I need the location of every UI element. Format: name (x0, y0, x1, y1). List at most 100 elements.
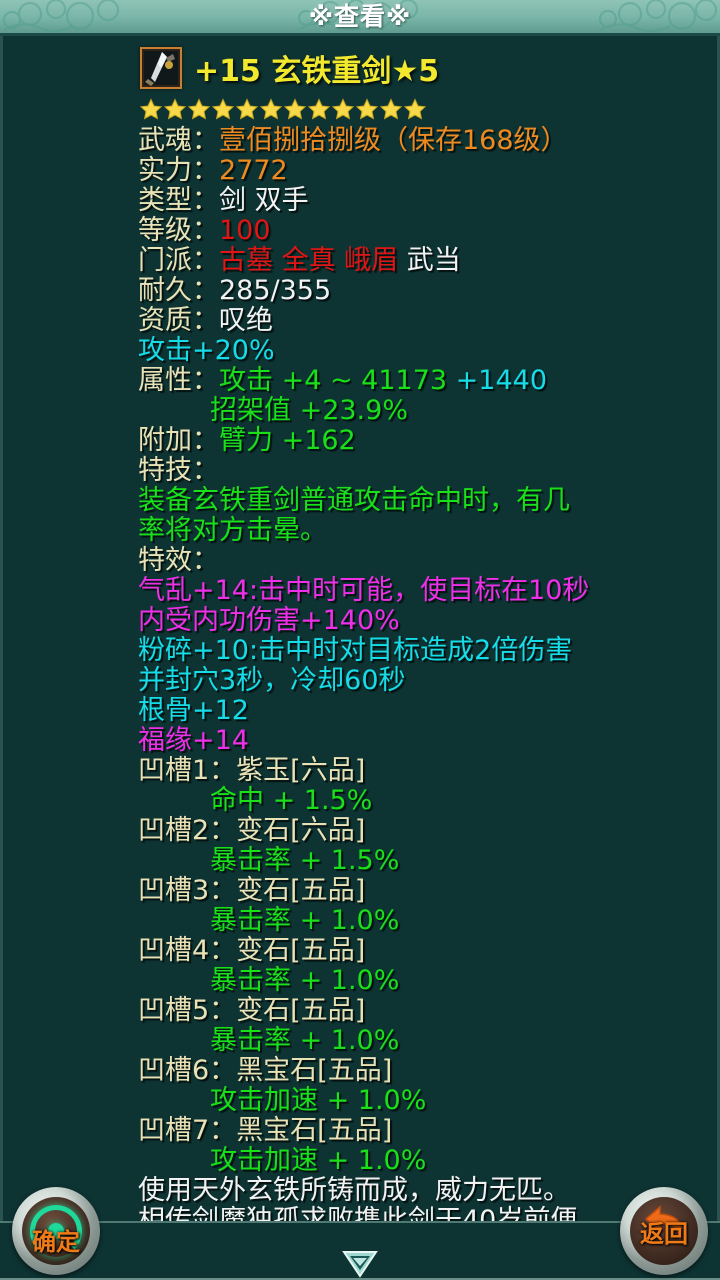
sword-item-icon[interactable] (140, 47, 182, 89)
gem-slot-label: 凹槽5： (138, 995, 237, 1026)
page-title: ※查看※ (308, 2, 412, 31)
gem-slot-bonus-row: 暴击率 + 1.0% (0, 906, 710, 936)
label-durability: 耐久： (138, 275, 219, 306)
stat-row-soul: 武魂：壹佰捌拾捌级（保存168级） (0, 126, 710, 156)
star-icon (284, 98, 306, 120)
skill-text-row-1: 装备玄铁重剑普通攻击命中时，有几 (0, 486, 710, 516)
gem-slot-row[interactable]: 凹槽2：变石[六品] (0, 816, 710, 846)
gem-slot-list: 凹槽1：紫玉[六品] 命中 + 1.5% 凹槽2：变石[六品] 暴击率 + 1.5% 凹… (0, 756, 710, 1176)
confirm-button[interactable]: 确定 (12, 1187, 100, 1275)
stat-row-power: 实力：2772 (0, 156, 710, 186)
effect-text: 并封穴3秒，冷却60秒 (138, 665, 406, 696)
gem-slot-gem: 变石[五品] (236, 875, 366, 906)
attribute-row-1: 属性：攻击 +4 ~ 41173 +1440 (0, 366, 710, 396)
gem-slot-row[interactable]: 凹槽1：紫玉[六品] (0, 756, 710, 786)
effect-row: 并封穴3秒，冷却60秒 (0, 666, 710, 696)
gem-slot-bonus: 暴击率 + 1.5% (210, 845, 400, 876)
attribute-extra: +1440 (455, 365, 548, 396)
gem-slot-label: 凹槽4： (138, 935, 237, 966)
value-power: 2772 (219, 155, 288, 186)
effect-text: 粉碎+10:击中时对目标造成2倍伤害 (138, 635, 573, 666)
value-attack-bonus: 攻击+20% (138, 335, 275, 366)
gem-slot-row[interactable]: 凹槽6：黑宝石[五品] (0, 1056, 710, 1086)
flavor-row-1: 使用天外玄铁所铸而成，威力无匹。 (0, 1176, 710, 1206)
back-button-inner: 返回 (630, 1197, 698, 1265)
stat-row-sect: 门派：古墓 全真 峨眉 武当 (0, 246, 710, 276)
gem-slot-gem: 黑宝石[五品] (236, 1055, 393, 1086)
skill-text-row-2: 率将对方击晕。 (0, 516, 710, 546)
gem-slot-label: 凹槽7： (138, 1115, 237, 1146)
label-effects: 特效： (138, 545, 219, 576)
effect-text: 福缘+14 (138, 725, 249, 756)
gem-slot-gem: 变石[五品] (236, 995, 366, 1026)
gem-slot-gem: 紫玉[六品] (236, 755, 366, 786)
gem-slot-bonus: 暴击率 + 1.0% (210, 965, 400, 996)
star-icon (212, 98, 234, 120)
label-attributes: 属性： (138, 365, 219, 396)
star-icon (260, 98, 282, 120)
gem-slot-bonus: 暴击率 + 1.0% (210, 1025, 400, 1056)
gem-slot-bonus-row: 暴击率 + 1.0% (0, 966, 710, 996)
label-level: 等级： (138, 215, 219, 246)
gem-slot-label: 凹槽6： (138, 1055, 237, 1086)
gem-slot-label: 凹槽2： (138, 815, 237, 846)
stat-row-type: 类型：剑 双手 (0, 186, 710, 216)
item-detail-content: +15 玄铁重剑★5 武魂：壹佰捌拾捌级（保存168级） 实力：2772 类型：… (0, 36, 720, 1280)
gem-slot-bonus-row: 暴击率 + 1.0% (0, 1026, 710, 1056)
star-icon (140, 98, 162, 120)
effect-row: 内受内功伤害+140% (0, 606, 710, 636)
gem-slot-bonus: 攻击加速 + 1.0% (210, 1085, 427, 1116)
star-rating (140, 98, 720, 120)
gem-slot-bonus-row: 命中 + 1.5% (0, 786, 710, 816)
item-detail-screen: ※查看※ +15 玄铁重剑★5 武魂：壹佰捌拾捌级（保存168级） 实力：277… (0, 0, 720, 1280)
gem-slot-bonus: 攻击加速 + 1.0% (210, 1145, 427, 1176)
skill-text-2: 率将对方击晕。 (138, 515, 327, 546)
back-button[interactable]: 返回 (620, 1187, 708, 1275)
star-icon (404, 98, 426, 120)
effects-list: 气乱+14:击中时可能，使目标在10秒 内受内功伤害+140% 粉碎+10:击中时对… (0, 576, 710, 756)
title-bar: ※查看※ (0, 0, 720, 36)
stat-lines: 武魂：壹佰捌拾捌级（保存168级） 实力：2772 类型：剑 双手 等级：100… (0, 126, 720, 1280)
effect-text: 内受内功伤害+140% (138, 605, 400, 636)
gem-slot-row[interactable]: 凹槽7：黑宝石[五品] (0, 1116, 710, 1146)
effect-text: 气乱+14:击中时可能，使目标在10秒 (138, 575, 590, 606)
effect-row: 根骨+12 (0, 696, 710, 726)
effect-row: 气乱+14:击中时可能，使目标在10秒 (0, 576, 710, 606)
diamond-gem-icon (340, 1248, 380, 1280)
label-type: 类型： (138, 185, 219, 216)
star-icon (236, 98, 258, 120)
stat-row-quality: 资质：叹绝 (0, 306, 710, 336)
star-icon (164, 98, 186, 120)
label-sect: 门派： (138, 245, 219, 276)
gem-slot-gem: 变石[五品] (236, 935, 366, 966)
confirm-button-inner: 确定 (22, 1197, 90, 1265)
label-soul: 武魂： (138, 125, 219, 156)
effect-text: 根骨+12 (138, 695, 249, 726)
gem-slot-bonus-row: 攻击加速 + 1.0% (0, 1146, 710, 1176)
gem-slot-row[interactable]: 凹槽3：变石[五品] (0, 876, 710, 906)
label-extra: 附加： (138, 425, 219, 456)
stat-row-level: 等级：100 (0, 216, 710, 246)
gem-slot-row[interactable]: 凹槽5：变石[五品] (0, 996, 710, 1026)
gem-slot-row[interactable]: 凹槽4：变石[五品] (0, 936, 710, 966)
confirm-button-label: 确定 (32, 1227, 80, 1256)
label-quality: 资质： (138, 305, 219, 336)
skill-text-1: 装备玄铁重剑普通攻击命中时，有几 (138, 485, 570, 516)
gem-slot-bonus-row: 暴击率 + 1.5% (0, 846, 710, 876)
value-level: 100 (219, 215, 271, 246)
value-quality: 叹绝 (219, 305, 273, 336)
value-sect-allowed: 武当 (406, 245, 461, 276)
extra-row: 附加：臂力 +162 (0, 426, 710, 456)
star-icon (356, 98, 378, 120)
stat-row-attack-bonus: 攻击+20% (0, 336, 710, 366)
attribute-range: +4 ~ 41173 (281, 365, 448, 396)
label-skill: 特技： (138, 455, 219, 486)
label-power: 实力： (138, 155, 219, 186)
gem-slot-gem: 黑宝石[五品] (236, 1115, 393, 1146)
flavor-text-1: 使用天外玄铁所铸而成，威力无匹。 (138, 1175, 570, 1206)
gem-slot-bonus: 暴击率 + 1.0% (210, 905, 400, 936)
gem-slot-bonus: 命中 + 1.5% (210, 785, 373, 816)
item-header: +15 玄铁重剑★5 (140, 46, 720, 90)
star-icon (332, 98, 354, 120)
value-soul: 壹佰捌拾捌级（保存168级） (219, 125, 568, 156)
